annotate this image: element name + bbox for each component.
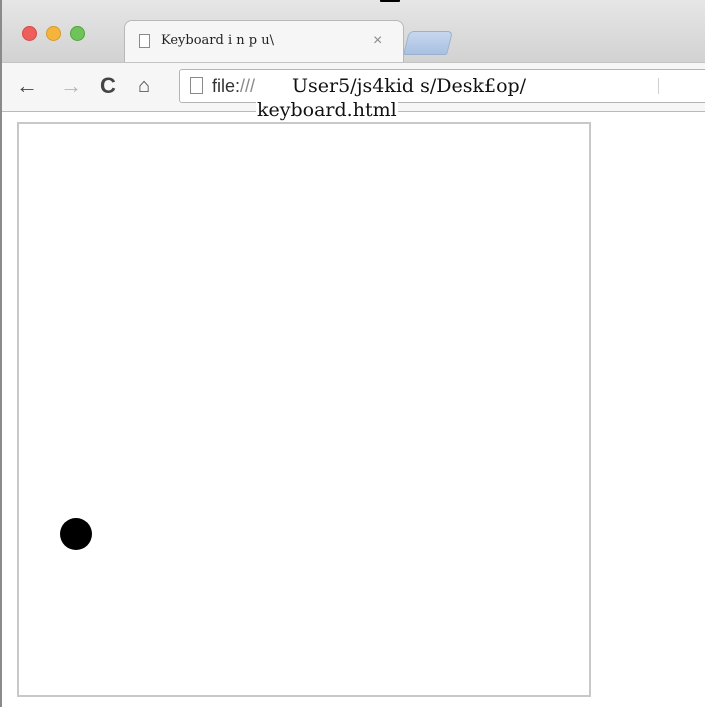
url-path: User5/js4kid s/Desk£op/	[292, 75, 527, 97]
url-path-overflow: keyboard.html	[256, 99, 398, 121]
cropped-text-fragment	[380, 0, 400, 2]
ball	[60, 518, 92, 550]
url-scheme-name: file:	[212, 76, 241, 96]
close-icon[interactable]: ×	[373, 31, 382, 51]
game-canvas[interactable]	[17, 122, 591, 697]
tab-title: Keyboard i n p u\	[161, 33, 274, 48]
tab-strip: Keyboard i n p u\ ×	[2, 0, 705, 62]
address-divider	[658, 78, 659, 94]
forward-arrow-icon[interactable]: →	[60, 73, 82, 99]
address-bar[interactable]: file:/// User5/js4kid s/Desk£op/	[179, 69, 705, 103]
document-icon	[190, 77, 203, 94]
tab-keyboard-input[interactable]: Keyboard i n p u\ ×	[124, 20, 404, 62]
back-arrow-icon[interactable]: ←	[16, 73, 38, 99]
zoom-dot-icon[interactable]	[70, 26, 85, 41]
close-dot-icon[interactable]	[22, 26, 37, 41]
url-slashes: ///	[240, 76, 256, 96]
home-icon[interactable]: ⌂	[138, 73, 150, 99]
document-icon	[139, 34, 150, 48]
browser-window: Keyboard i n p u\ × ← → C ⌂ file:/// Use…	[0, 0, 705, 707]
url-scheme: file:///	[212, 76, 255, 97]
new-tab-button[interactable]	[403, 31, 453, 55]
reload-icon[interactable]: C	[100, 73, 116, 99]
minimize-dot-icon[interactable]	[46, 26, 61, 41]
